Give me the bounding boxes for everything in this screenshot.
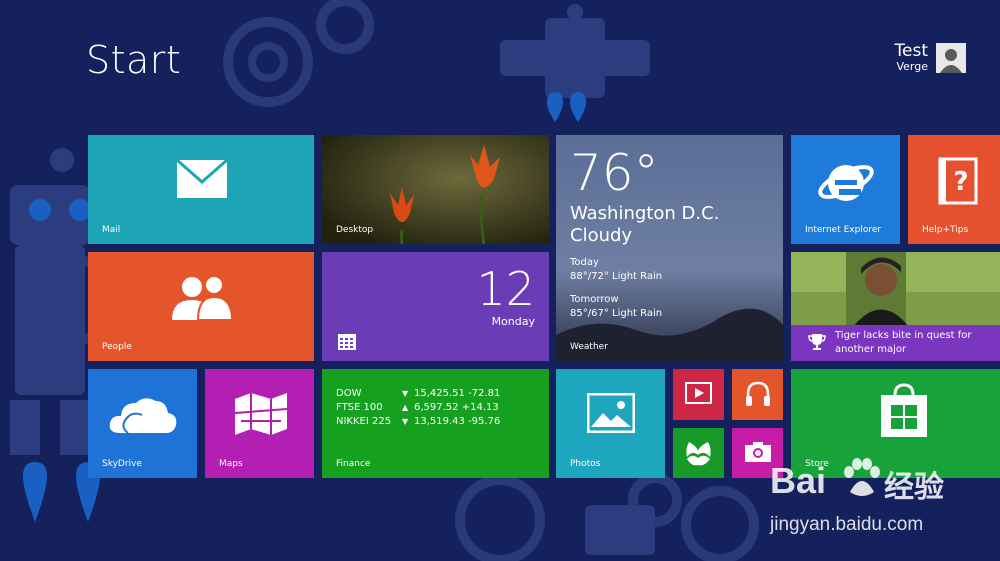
gear-icon xyxy=(223,17,313,107)
gear-icon xyxy=(681,486,759,561)
user-silhouette-icon xyxy=(936,43,966,73)
finance-row: DOW ▼ 15,425.51 -72.81 xyxy=(336,387,500,401)
calendar-day-number: 12 xyxy=(476,262,535,316)
trophy-icon xyxy=(808,334,826,350)
finance-row: NIKKEI 225 ▼ 13,519.43 -95.76 xyxy=(336,415,500,429)
photos-icon xyxy=(587,393,635,433)
watermark-brand: Bai xyxy=(770,460,827,501)
gear-icon xyxy=(455,475,545,561)
people-icon xyxy=(172,275,234,320)
tile-games[interactable] xyxy=(673,428,724,478)
weather-today-forecast: 88°/72° Light Rain xyxy=(570,271,663,282)
weather-today-label: Today xyxy=(570,257,599,268)
user-account[interactable]: Test Verge xyxy=(895,42,966,74)
tile-photos[interactable]: Photos xyxy=(556,369,665,478)
finance-index-name: FTSE 100 xyxy=(336,402,383,413)
down-arrow-icon: ▼ xyxy=(402,389,409,398)
finance-index-name: DOW xyxy=(336,388,362,399)
tile-internet-explorer[interactable]: Internet Explorer xyxy=(791,135,900,244)
mail-icon xyxy=(176,159,228,198)
tile-label: Desktop xyxy=(336,225,374,235)
paw-icon xyxy=(844,458,880,496)
finance-index-value: 6,597.52 +14.13 xyxy=(414,402,499,413)
user-name: Test xyxy=(894,41,928,61)
calendar-day-name: Monday xyxy=(491,315,535,328)
tile-label: Mail xyxy=(102,225,121,235)
user-subtitle: Verge xyxy=(896,60,928,73)
finance-index-name: NIKKEI 225 xyxy=(336,416,392,427)
tile-people[interactable]: People xyxy=(88,252,314,361)
watermark-brand-cn: 经验 xyxy=(884,470,944,505)
tile-calendar[interactable]: 12 Monday xyxy=(322,252,549,361)
tile-skydrive[interactable]: SkyDrive xyxy=(88,369,197,478)
tile-label: Maps xyxy=(219,459,243,469)
weather-condition: Cloudy xyxy=(570,225,633,246)
weather-tomorrow-label: Tomorrow xyxy=(570,294,619,305)
camera-icon xyxy=(745,442,771,462)
calendar-icon xyxy=(338,334,356,350)
finance-index-value: 15,425.51 -72.81 xyxy=(414,388,501,399)
map-icon xyxy=(234,393,288,435)
tile-label: Finance xyxy=(336,459,371,469)
cloud-icon xyxy=(109,398,177,434)
headphones-icon xyxy=(746,381,770,406)
tile-video[interactable] xyxy=(673,369,724,420)
finance-row: FTSE 100 ▲ 6,597.52 +14.13 xyxy=(336,401,499,415)
xbox-icon xyxy=(686,442,711,466)
help-book-icon: ? xyxy=(938,157,978,205)
up-arrow-icon: ▲ xyxy=(402,403,409,412)
svg-text:?: ? xyxy=(953,167,968,197)
weather-city: Washington D.C. xyxy=(570,203,720,224)
video-icon xyxy=(685,382,712,404)
sports-headline: Tiger lacks bite in quest for another ma… xyxy=(835,330,972,355)
weather-tomorrow-forecast: 85°/67° Light Rain xyxy=(570,308,663,319)
finance-index-value: 13,519.43 -95.76 xyxy=(414,416,501,427)
sports-news-bar: Tiger lacks bite in quest for another ma… xyxy=(791,325,1000,361)
gear-icon xyxy=(316,0,374,54)
tile-label: People xyxy=(102,342,132,352)
tile-label: Help+Tips xyxy=(922,225,969,235)
start-title: Start xyxy=(86,38,182,82)
tile-music[interactable] xyxy=(732,369,783,420)
tile-label: Photos xyxy=(570,459,601,469)
tile-maps[interactable]: Maps xyxy=(205,369,314,478)
tile-finance[interactable]: DOW ▼ 15,425.51 -72.81 FTSE 100 ▲ 6,597.… xyxy=(322,369,549,478)
store-bag-icon xyxy=(881,383,927,437)
tile-desktop[interactable]: Desktop xyxy=(322,135,549,244)
watermark-url: jingyan.baidu.com xyxy=(770,514,924,535)
tile-mail[interactable]: Mail xyxy=(88,135,314,244)
tile-label: Weather xyxy=(570,342,608,352)
internet-explorer-icon xyxy=(818,165,874,201)
watermark: Bai 经验 jingyan.baidu.com xyxy=(770,458,990,548)
tile-sports[interactable]: Tiger lacks bite in quest for another ma… xyxy=(791,252,1000,361)
weather-temperature: 76° xyxy=(570,144,659,202)
avatar[interactable] xyxy=(936,43,966,73)
down-arrow-icon: ▼ xyxy=(402,417,409,426)
tile-label: SkyDrive xyxy=(102,459,142,469)
tile-help-tips[interactable]: ? Help+Tips xyxy=(908,135,1000,244)
tile-label: Internet Explorer xyxy=(805,225,882,235)
tile-weather[interactable]: 76° Washington D.C. Cloudy Today 88°/72°… xyxy=(556,135,783,361)
